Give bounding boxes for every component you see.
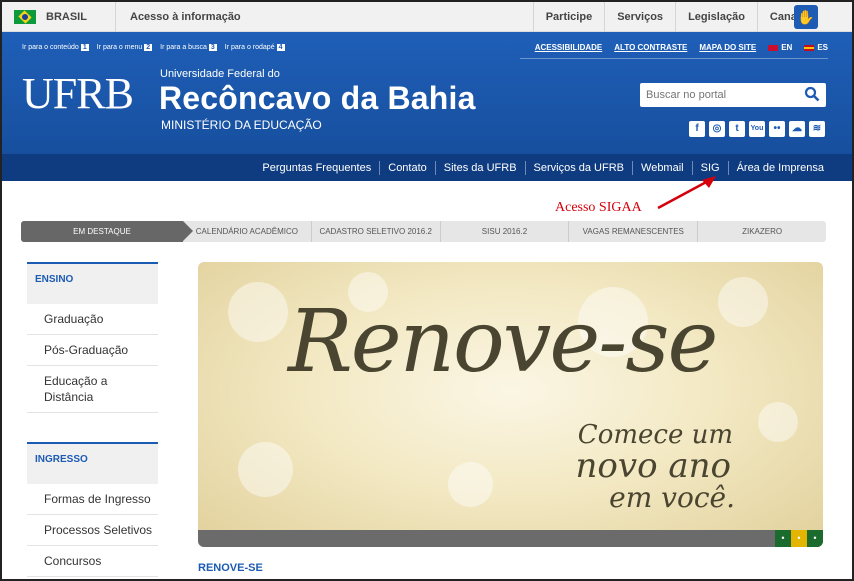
brazil-flag-icon xyxy=(14,10,36,24)
skip-links: Ir para o conteúdo 1 Ir para o menu 2 Ir p… xyxy=(22,44,285,51)
skip-link-footer[interactable]: Ir para o rodapé 4 xyxy=(225,44,285,51)
nav-item-contato[interactable]: Contato xyxy=(379,160,435,175)
hand-icon[interactable]: ✋ xyxy=(794,5,818,29)
sidebar-section-ingresso: INGRESSO xyxy=(27,442,158,484)
highlight-tabs: EM DESTAQUE CALENDÁRIO ACADÊMICO CADASTR… xyxy=(21,221,826,242)
gov-bar: BRASIL Acesso à informação Participe Ser… xyxy=(2,2,852,32)
sidebar-item-formas[interactable]: Formas de Ingresso xyxy=(27,484,158,515)
slider-dots: • • • xyxy=(775,530,823,547)
sidebar-section-ensino: ENSINO xyxy=(27,262,158,304)
gov-link-legislacao[interactable]: Legislação xyxy=(675,2,757,32)
nav-item-servicos[interactable]: Serviços da UFRB xyxy=(524,160,632,175)
skip-link-content[interactable]: Ir para o conteúdo 1 xyxy=(22,44,89,51)
skip-link-search[interactable]: Ir para a busca 3 xyxy=(160,44,217,51)
sidebar-item-processos[interactable]: Processos Seletivos xyxy=(27,515,158,546)
tab-sisu[interactable]: SISU 2016.2 xyxy=(439,221,569,242)
tab-em-destaque[interactable]: EM DESTAQUE xyxy=(21,221,193,242)
site-header: Ir para o conteúdo 1 Ir para o menu 2 Ir p… xyxy=(2,32,852,154)
facebook-icon[interactable]: f xyxy=(689,121,705,137)
soundcloud-icon[interactable]: ☁ xyxy=(789,121,805,137)
twitter-icon[interactable]: t xyxy=(729,121,745,137)
gov-links: Participe Serviços Legislação Canais xyxy=(532,2,818,32)
spanish-link[interactable]: ES xyxy=(804,43,828,52)
divider xyxy=(520,58,828,59)
youtube-icon[interactable]: You xyxy=(749,121,765,137)
slider-dot-2[interactable]: • xyxy=(791,530,807,547)
ministry-label: MINISTÉRIO DA EDUCAÇÃO xyxy=(161,118,322,132)
tab-zikazero[interactable]: ZIKAZERO xyxy=(697,221,826,242)
sidebar: ENSINO Graduação Pós-Graduação Educação … xyxy=(27,262,158,577)
skip-link-menu[interactable]: Ir para o menu 2 xyxy=(97,44,153,51)
sidebar-item-ead[interactable]: Educação a Distância xyxy=(27,366,158,413)
tab-vagas[interactable]: VAGAS REMANESCENTES xyxy=(568,221,697,242)
university-subtitle: Universidade Federal do xyxy=(160,68,280,80)
annotation-label: Acesso SIGAA xyxy=(555,200,642,215)
sidebar-item-graduacao[interactable]: Graduação xyxy=(27,304,158,335)
nav-item-sites[interactable]: Sites da UFRB xyxy=(434,160,525,175)
tab-cadastro[interactable]: CADASTRO SELETIVO 2016.2 xyxy=(310,221,440,242)
brasil-label: BRASIL xyxy=(46,11,87,23)
slider-dot-1[interactable]: • xyxy=(775,530,791,547)
banner-headline: Renove-se xyxy=(288,292,718,392)
sitemap-link[interactable]: MAPA DO SITE xyxy=(699,43,756,52)
flickr-icon[interactable]: •• xyxy=(769,121,785,137)
gov-link-participe[interactable]: Participe xyxy=(532,2,604,32)
banner-caption[interactable]: RENOVE-SE xyxy=(198,562,263,574)
gov-link-servicos[interactable]: Serviços xyxy=(604,2,675,32)
english-link[interactable]: EN xyxy=(768,43,792,52)
banner-line-2: novo ano xyxy=(575,446,732,486)
social-links: f ◎ t You •• ☁ ≋ xyxy=(689,121,825,137)
ufrb-logo[interactable]: UFRB xyxy=(22,68,134,119)
slider-dot-3[interactable]: • xyxy=(807,530,823,547)
search-input[interactable] xyxy=(640,83,790,107)
sidebar-item-pos-graduacao[interactable]: Pós-Graduação xyxy=(27,335,158,366)
rss-icon[interactable]: ≋ xyxy=(809,121,825,137)
nav-item-imprensa[interactable]: Área de Imprensa xyxy=(727,160,832,175)
banner-line-3: em você. xyxy=(609,481,735,514)
search-box xyxy=(640,83,826,107)
featured-banner[interactable]: Renove-se Comece um novo ano em você. • … xyxy=(198,262,823,547)
nav-item-faq[interactable]: Perguntas Frequentes xyxy=(254,161,379,175)
university-title[interactable]: Recôncavo da Bahia xyxy=(159,80,476,117)
accessibility-links: ACESSIBILIDADE ALTO CONTRASTE MAPA DO SI… xyxy=(535,43,828,52)
main-nav: Perguntas Frequentes Contato Sites da UF… xyxy=(2,154,852,181)
annotation-arrow-icon xyxy=(657,176,716,210)
divider xyxy=(115,2,116,32)
sidebar-item-concursos[interactable]: Concursos xyxy=(27,546,158,577)
access-info-link[interactable]: Acesso à informação xyxy=(130,11,241,23)
instagram-icon[interactable]: ◎ xyxy=(709,121,725,137)
high-contrast-link[interactable]: ALTO CONTRASTE xyxy=(614,43,687,52)
search-icon[interactable] xyxy=(804,86,820,102)
brasil-link[interactable]: BRASIL xyxy=(14,8,87,26)
page-frame: BRASIL Acesso à informação Participe Ser… xyxy=(0,0,854,581)
banner-strip xyxy=(198,530,823,547)
tab-calendario[interactable]: CALENDÁRIO ACADÊMICO xyxy=(183,221,311,242)
accessibility-link[interactable]: ACESSIBILIDADE xyxy=(535,43,603,52)
